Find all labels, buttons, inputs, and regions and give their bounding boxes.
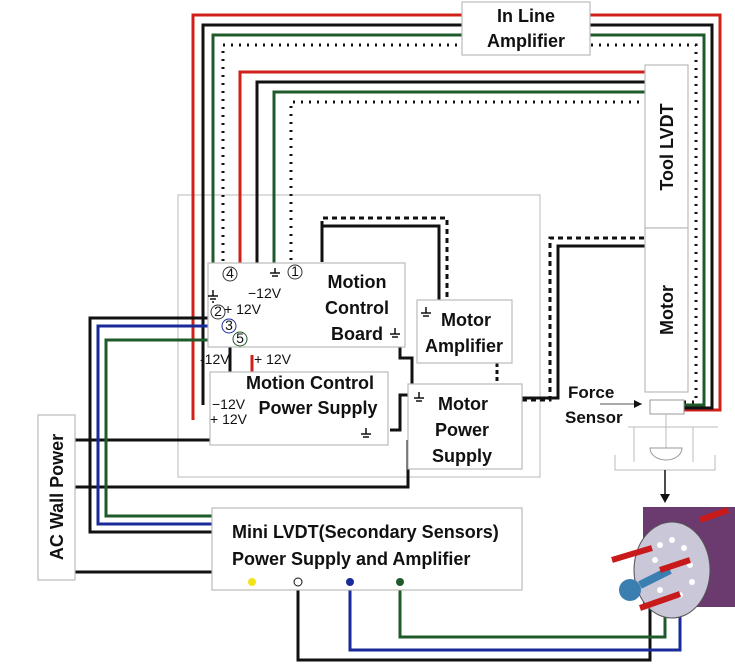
inline-amplifier-label-2: Amplifier: [487, 31, 565, 51]
mini-lvdt-label-2: Power Supply and Amplifier: [232, 549, 470, 569]
inline-amplifier-box: In Line Amplifier: [461, 1, 591, 56]
motor-power-supply-box: Motor Power Supply: [407, 383, 523, 470]
motor-amp-label-1: Motor: [441, 310, 491, 330]
mcps-label-1: Motion Control: [246, 373, 374, 393]
force-sensor-label-2: Sensor: [565, 408, 623, 427]
board-plus12-label: + 12V: [224, 301, 262, 317]
mps-label-1: Motor: [438, 394, 488, 414]
tool-lvdt-label: Tool LVDT: [657, 103, 677, 190]
green-terminal: [396, 578, 404, 586]
supply-left-minus12-label: −12V: [212, 396, 246, 412]
pin-3: 3: [225, 317, 233, 333]
board-label-3: Board: [331, 324, 383, 344]
mini-lvdt-label-1: Mini LVDT(Secondary Sensors): [232, 522, 499, 542]
pin-4: 4: [226, 265, 234, 281]
yellow-terminal: [248, 578, 256, 586]
motor-label: Motor: [657, 285, 677, 335]
pin-5: 5: [236, 330, 244, 346]
blue-terminal: [346, 578, 354, 586]
supply-top-plus12-label: + 12V: [254, 351, 292, 367]
probe-assembly-image: [611, 507, 735, 619]
white-terminal: [293, 577, 303, 587]
tool-lvdt-box: Tool LVDT: [644, 64, 689, 229]
supply-left-plus12-label: + 12V: [210, 411, 248, 427]
board-minus12-label: −12V: [248, 285, 282, 301]
mps-label-3: Supply: [432, 446, 492, 466]
pin-2: 2: [214, 303, 222, 319]
ac-wall-power-label: AC Wall Power: [47, 434, 67, 560]
ac-wall-power-box: AC Wall Power: [37, 414, 76, 581]
board-label-2: Control: [325, 298, 389, 318]
board-label-1: Motion: [328, 272, 387, 292]
motor-box: Motor: [644, 227, 689, 393]
mps-label-2: Power: [435, 420, 489, 440]
force-sensor: Force Sensor: [565, 383, 718, 503]
wiring-diagram: In Line Amplifier Tool LVDT Motor Motion…: [0, 0, 735, 669]
mini-lvdt-box: Mini LVDT(Secondary Sensors) Power Suppl…: [211, 507, 523, 591]
motor-amplifier-box: Motor Amplifier: [416, 299, 513, 364]
pin-1: 1: [291, 263, 299, 279]
inline-amplifier-label-1: In Line: [497, 6, 555, 26]
mcps-label-2: Power Supply: [258, 398, 377, 418]
motor-amp-label-2: Amplifier: [425, 336, 503, 356]
supply-top-minus12-label: -12V: [200, 351, 230, 367]
force-sensor-label-1: Force: [568, 383, 614, 402]
diagram-canvas: In Line Amplifier Tool LVDT Motor Motion…: [37, 1, 735, 662]
